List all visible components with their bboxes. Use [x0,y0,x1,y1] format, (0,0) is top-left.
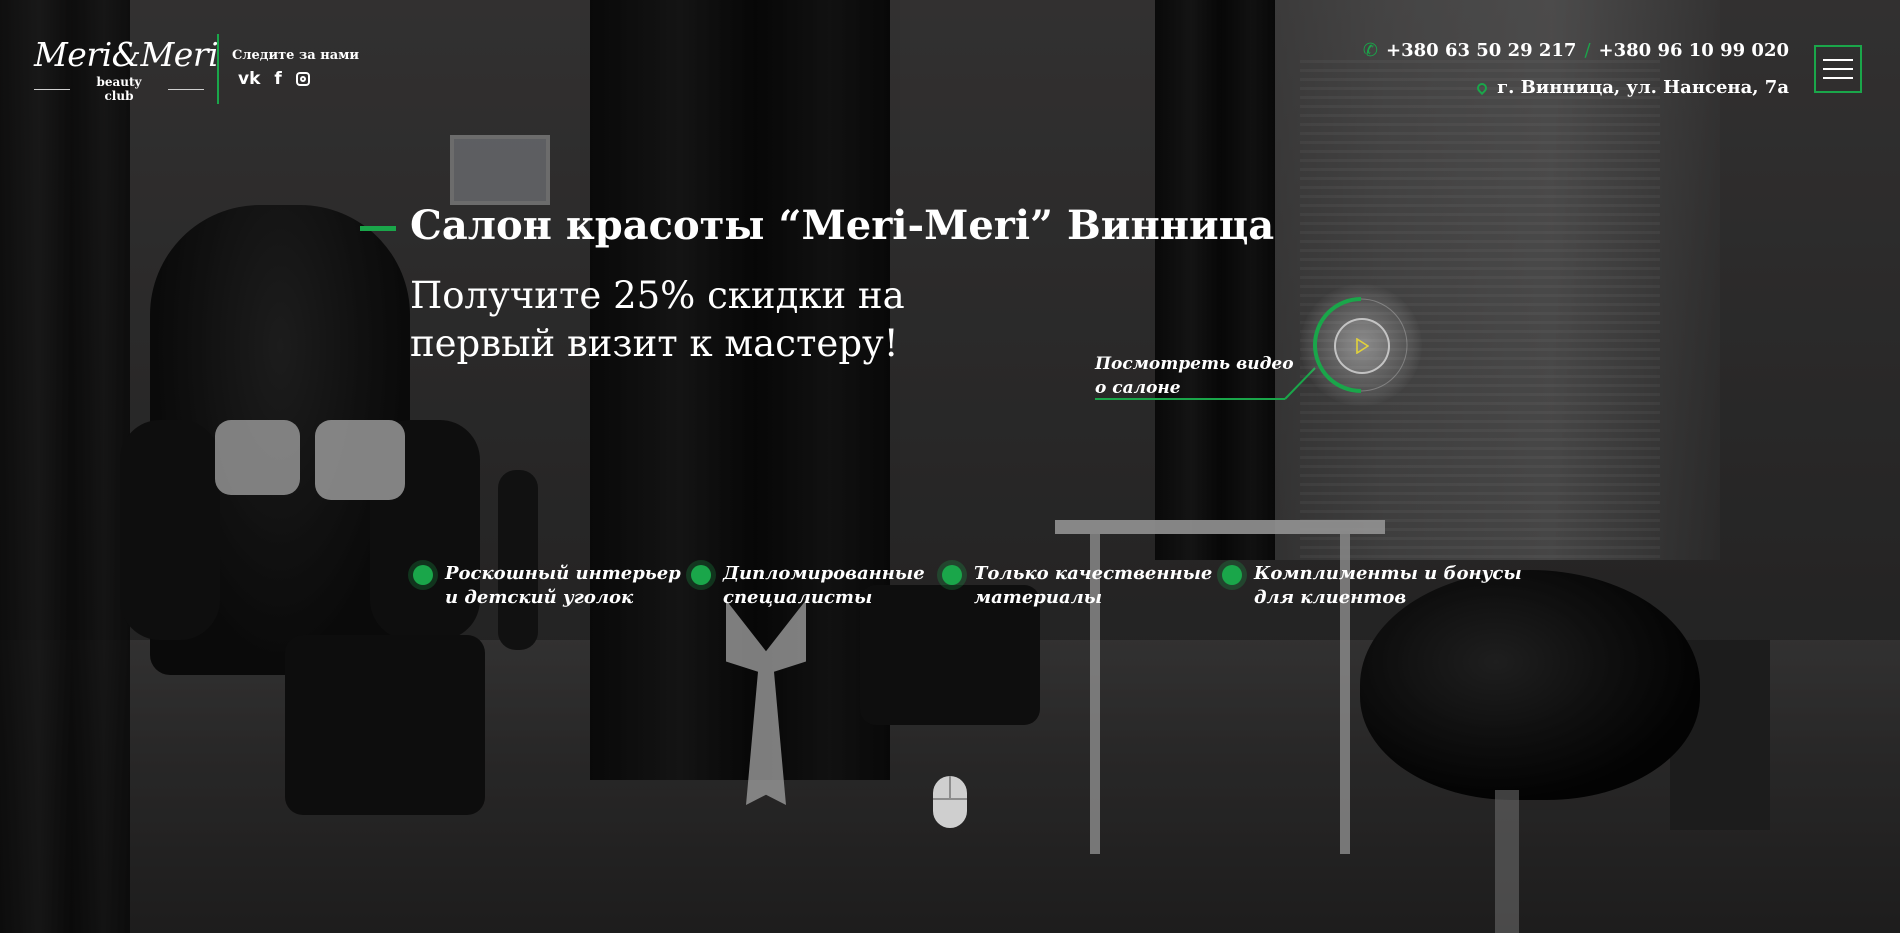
menu-button[interactable] [1814,45,1862,93]
play-video-button[interactable] [1334,318,1390,374]
address: г. Винница, ул. Нансена, 7а [1475,77,1789,98]
social-links: vk f [238,70,310,88]
play-icon [1356,338,1369,354]
feature-line1: Только качественные [974,563,1213,584]
feature-item: Дипломированные специалисты [691,562,925,610]
follow-label: Следите за нами [232,48,360,63]
video-link-text[interactable]: Посмотреть видео о салоне [1095,352,1294,400]
feature-line1: Дипломированные [723,563,925,584]
feature-item: Только качественные материалы [942,562,1212,610]
hamburger-icon [1823,59,1853,61]
feature-line2: для клиентов [1254,587,1407,608]
video-text-line2: о салоне [1095,378,1181,398]
phone-link-2[interactable]: +380 96 10 99 020 [1599,40,1789,61]
hero-subtitle: Получите 25% скидки на первый визит к ма… [410,274,905,365]
feature-bullet-icon [691,565,711,585]
phone-icon: ✆ [1362,40,1379,61]
logo-tagline: beauty club [96,75,142,103]
logo-name: Meri&Meri [34,35,219,74]
feature-bullet-icon [942,565,962,585]
feature-line1: Комплименты и бонусы [1254,563,1522,584]
logo[interactable]: Meri&Meri beauty club [34,35,219,103]
phone-separator: / [1584,40,1591,61]
phone-link-1[interactable]: +380 63 50 29 217 [1386,40,1576,61]
phone-numbers: ✆ +380 63 50 29 217 / +380 96 10 99 020 [1363,40,1789,61]
feature-bullet-icon [1222,565,1242,585]
feature-line2: и детский уголок [445,587,634,608]
video-connector-line [1095,367,1316,400]
feature-line2: материалы [974,587,1103,608]
feature-line1: Роскошный интерьер [445,563,681,584]
address-text: г. Винница, ул. Нансена, 7а [1497,77,1789,98]
feature-item: Роскошный интерьер и детский уголок [413,562,681,610]
vk-icon[interactable]: vk [238,70,260,88]
hero-title: Салон красоты “Meri-Meri” Винница [410,202,1275,249]
feature-bullet-icon [413,565,433,585]
scroll-down-mouse-icon[interactable] [933,776,967,828]
feature-line2: специалисты [723,587,873,608]
title-accent-dash [360,226,396,231]
instagram-icon[interactable] [295,72,310,86]
logo-tagline-row: beauty club [34,75,204,103]
video-text-line1: Посмотреть видео [1095,354,1294,374]
feature-item: Комплименты и бонусы для клиентов [1222,562,1522,610]
facebook-icon[interactable]: f [274,70,281,88]
location-pin-icon [1475,80,1490,95]
header-divider [217,34,219,104]
